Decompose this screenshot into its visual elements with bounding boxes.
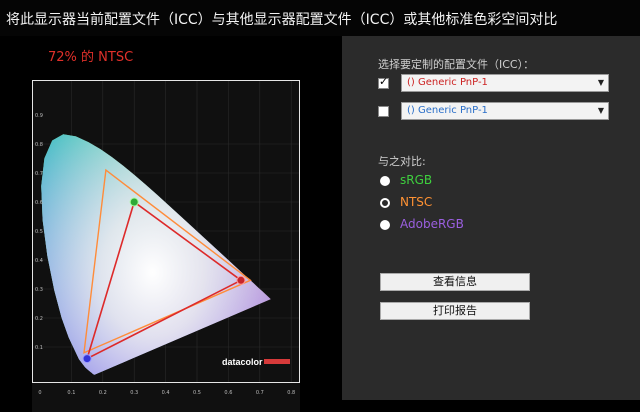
- x-tick-label: 0.8: [287, 390, 295, 396]
- x-tick-label: 0.5: [193, 390, 201, 396]
- x-tick-label: 0.4: [162, 390, 170, 396]
- y-tick-label: 0.2: [35, 316, 43, 322]
- title-bar: 将此显示器当前配置文件（ICC）与其他显示器配置文件（ICC）或其他标准色彩空间…: [0, 0, 640, 36]
- profile-1-checkbox[interactable]: ✓: [378, 75, 389, 89]
- profile-2-select[interactable]: () Generic PnP-1 ▼: [401, 102, 609, 120]
- y-tick-label: 0.7: [35, 171, 43, 177]
- profile-1-select[interactable]: () Generic PnP-1 ▼: [401, 74, 609, 92]
- blue-primary-point: [82, 354, 92, 364]
- radio-adobergb[interactable]: [380, 220, 390, 230]
- settings-panel: 选择要定制的配置文件（ICC）： ✓ () Generic PnP-1 ▼ ()…: [342, 36, 640, 400]
- print-report-button[interactable]: 打印报告: [380, 302, 530, 320]
- compare-section-label: 与之对比:: [378, 155, 426, 168]
- y-tick-label: 0.5: [35, 229, 43, 235]
- option-srgb-label[interactable]: sRGB: [400, 173, 432, 187]
- window-title: 将此显示器当前配置文件（ICC）与其他显示器配置文件（ICC）或其他标准色彩空间…: [6, 12, 558, 28]
- y-tick-label: 0.6: [35, 200, 43, 206]
- x-tick-label: 0.6: [224, 390, 232, 396]
- x-tick-label: 0.2: [99, 390, 107, 396]
- datacolor-logo-bar: [264, 359, 290, 364]
- x-tick-label: 0.7: [256, 390, 264, 396]
- y-tick-label: 0.1: [35, 345, 43, 351]
- y-tick-label: 0.3: [35, 287, 43, 293]
- radio-ntsc[interactable]: [380, 198, 390, 208]
- chevron-down-icon: ▼: [597, 78, 604, 87]
- y-tick-label: 0.4: [35, 258, 43, 264]
- red-primary-point: [236, 275, 246, 285]
- x-tick-label: 0.3: [130, 390, 138, 396]
- radio-srgb[interactable]: [380, 176, 390, 186]
- y-tick-label: 0.9: [35, 113, 43, 119]
- profile-1-value: () Generic PnP-1: [407, 77, 488, 88]
- profile-2-value: () Generic PnP-1: [407, 105, 488, 116]
- x-tick-label: 0.1: [67, 390, 75, 396]
- gamut-coverage-label: 72% 的 NTSC: [48, 50, 134, 65]
- y-tick-label: 0.8: [35, 142, 43, 148]
- chromaticity-panel: 72% 的 NTSC 0 0.1 0.2 0.3 0.4 0.5 0.6 0.7…: [0, 36, 342, 412]
- option-adobergb-label[interactable]: AdobeRGB: [400, 217, 464, 231]
- datacolor-logo: datacolor: [222, 357, 263, 367]
- green-primary-point: [129, 197, 139, 207]
- x-tick-label: 0: [38, 390, 41, 396]
- cie-diagram: 0 0.1 0.2 0.3 0.4 0.5 0.6 0.7 0.8 0.9 0.8 0.7 0.6 0.…: [32, 80, 300, 412]
- checkbox-check-icon: ✓: [379, 75, 389, 88]
- chevron-down-icon: ▼: [597, 106, 604, 115]
- profile-section-label: 选择要定制的配置文件（ICC）：: [378, 58, 535, 71]
- profile-2-checkbox[interactable]: [378, 106, 389, 117]
- option-ntsc-label[interactable]: NTSC: [400, 195, 432, 209]
- view-info-button[interactable]: 查看信息: [380, 273, 530, 291]
